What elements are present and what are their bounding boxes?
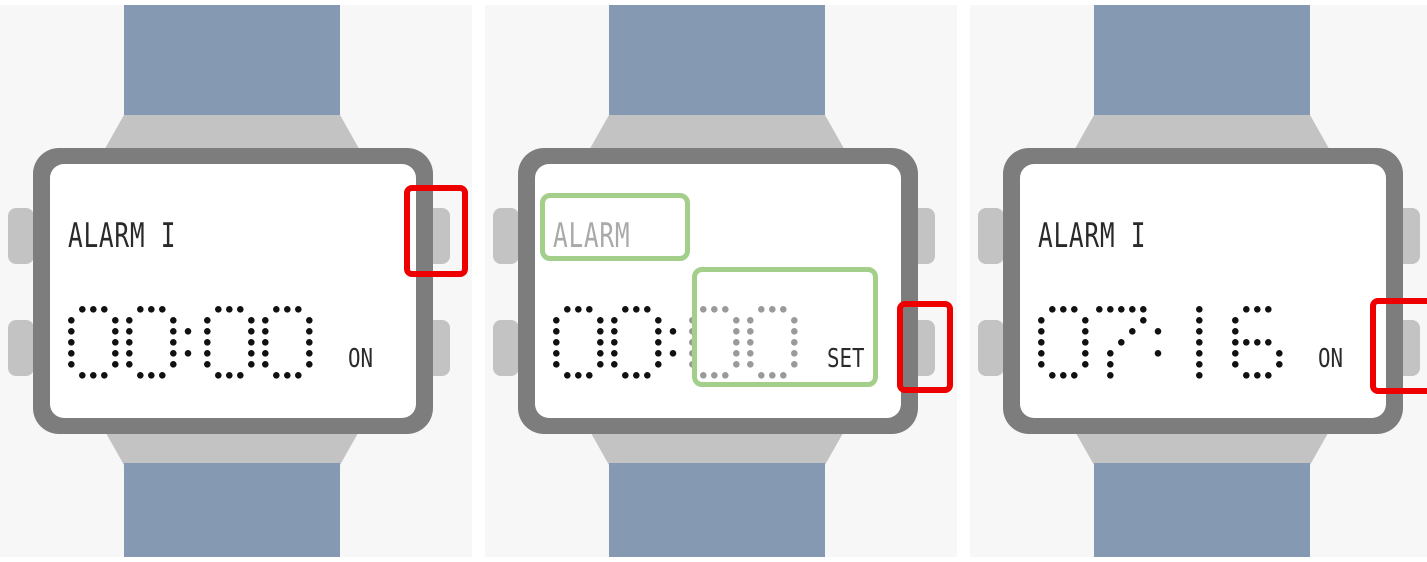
- highlight-minutes-digits: [692, 267, 878, 387]
- digit-3: [1196, 306, 1203, 379]
- watch-panel-1: ALARM I ON: [0, 5, 472, 557]
- digit-3: [204, 306, 255, 379]
- watch-panel-3: ALARM I ON: [970, 5, 1427, 557]
- time-display: [1038, 306, 1283, 379]
- watch-screen: ALARM I ON: [1020, 164, 1386, 418]
- digit-2: [126, 306, 177, 379]
- watch-panel-2: ALARM SET: [485, 5, 957, 557]
- alarm-label: ALARM I: [1038, 216, 1147, 256]
- digit-4: [1232, 306, 1283, 379]
- highlight-right-bottom-button: [1370, 298, 1427, 394]
- digit-1: [553, 306, 604, 379]
- watch-band-top: [124, 5, 340, 117]
- watch-case: ALARM I ON: [1003, 148, 1403, 434]
- left-top-button[interactable]: [8, 208, 34, 264]
- watch-band-top: [609, 5, 825, 117]
- alarm-state-label: ON: [1318, 344, 1344, 374]
- left-bottom-button[interactable]: [493, 320, 519, 376]
- colon-separator: [1154, 328, 1162, 357]
- highlight-alarm-label: [540, 193, 690, 261]
- time-display: [68, 306, 313, 379]
- colon-separator: [184, 328, 192, 357]
- watch-band-bottom: [1094, 463, 1310, 557]
- watch-band-bottom: [609, 463, 825, 557]
- left-bottom-button[interactable]: [978, 320, 1004, 376]
- watch-band-top: [1094, 5, 1310, 117]
- colon-separator: [669, 328, 677, 357]
- watch-band-bottom: [124, 463, 340, 557]
- digit-4: [262, 306, 313, 379]
- digit-2: [611, 306, 662, 379]
- left-top-button[interactable]: [978, 208, 1004, 264]
- highlight-right-top-button: [404, 185, 468, 277]
- highlight-right-bottom-button: [897, 301, 953, 393]
- digit-1: [68, 306, 119, 379]
- alarm-state-label: ON: [348, 344, 374, 374]
- watch-screen: ALARM I ON: [50, 164, 416, 418]
- watch-case: ALARM I ON: [33, 148, 433, 434]
- alarm-label: ALARM I: [68, 216, 177, 256]
- digit-2: [1096, 306, 1147, 379]
- digit-1: [1038, 306, 1089, 379]
- left-top-button[interactable]: [493, 208, 519, 264]
- left-bottom-button[interactable]: [8, 320, 34, 376]
